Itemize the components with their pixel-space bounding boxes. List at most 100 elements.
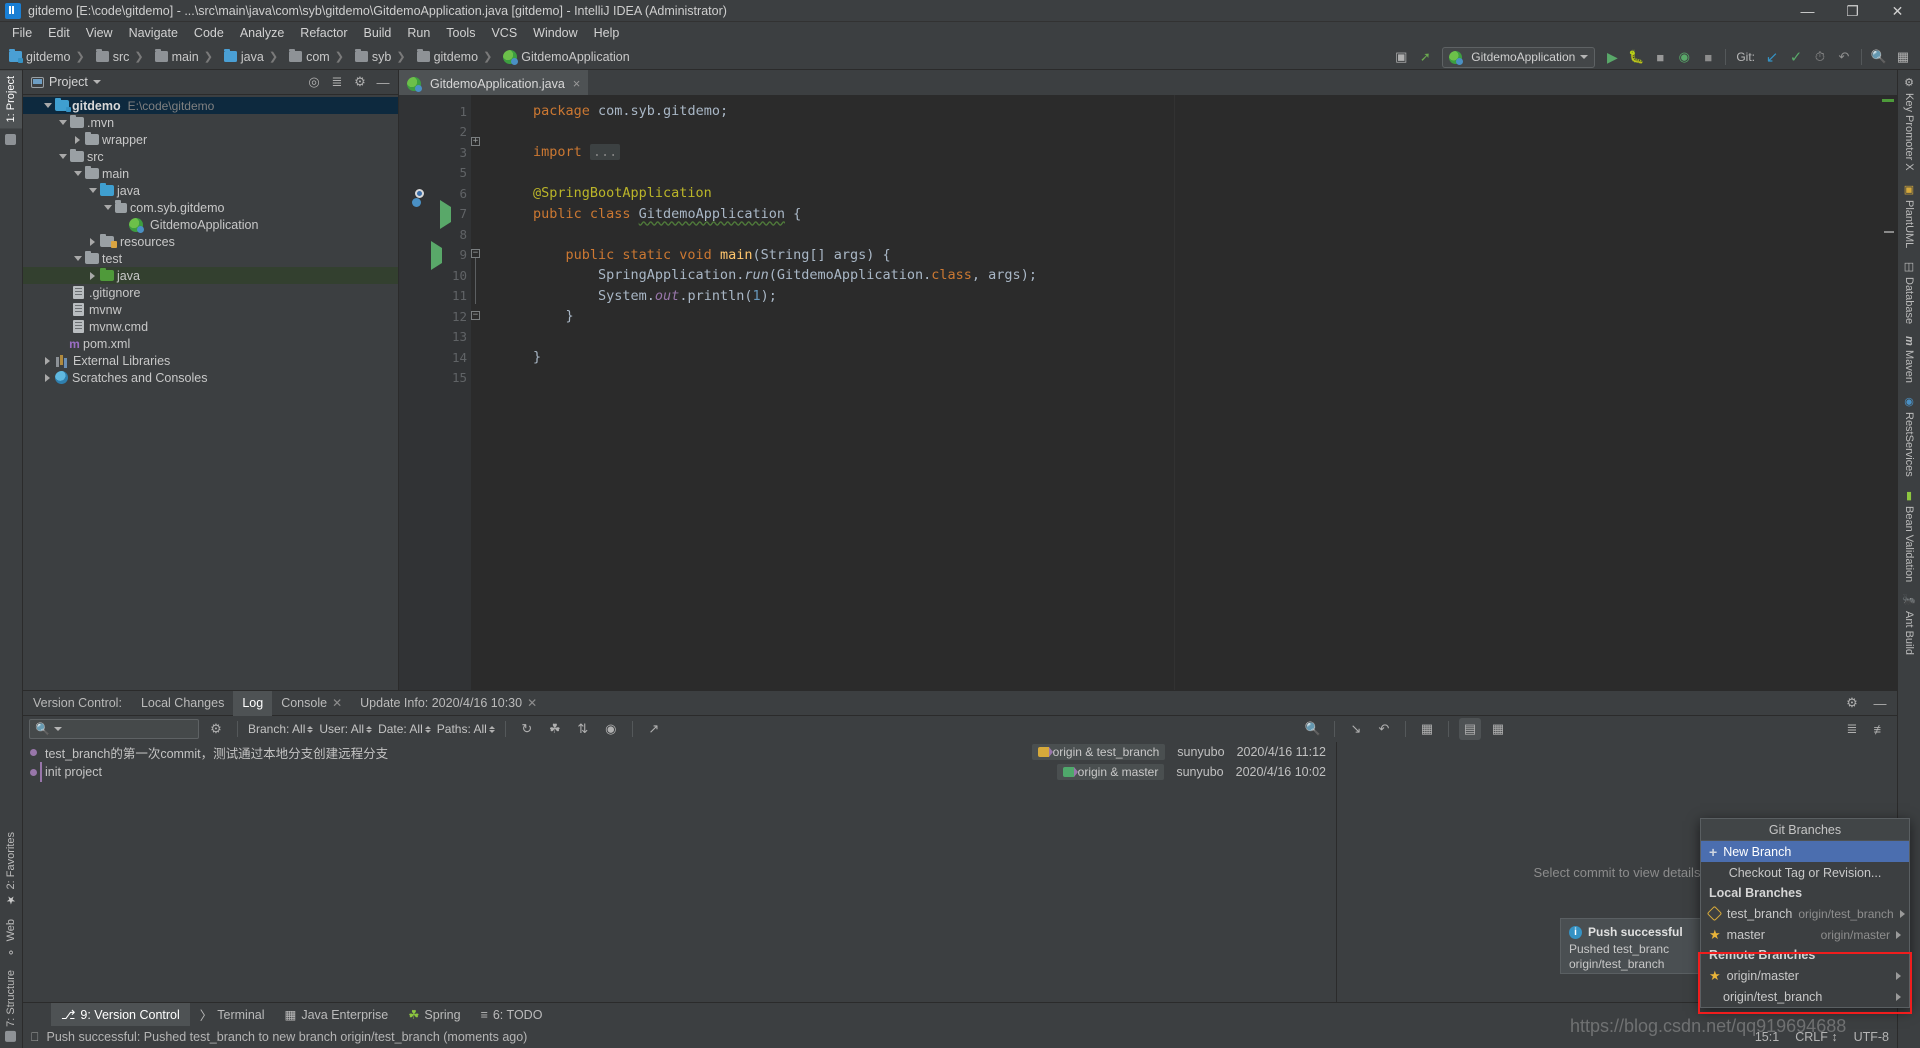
update-project-icon[interactable]: ↙ [1761, 46, 1783, 68]
menu-file[interactable]: File [4, 24, 40, 42]
close-button[interactable]: ✕ [1875, 0, 1920, 22]
collapse-all-icon[interactable]: ≣ [326, 71, 348, 93]
project-settings-icon[interactable]: ▦ [1892, 46, 1914, 68]
tree-node-mvnw[interactable]: mvnw [23, 301, 398, 318]
filter-date[interactable]: Date: All [378, 722, 431, 736]
locate-icon[interactable]: ◎ [303, 71, 325, 93]
stop-icon[interactable]: ■ [1697, 46, 1719, 68]
chevron-down-icon[interactable] [101, 201, 114, 214]
tree-node-external-libraries[interactable]: External Libraries [23, 352, 398, 369]
rollback-icon[interactable]: ↶ [1833, 46, 1855, 68]
editor-tab-gitdemoapplication[interactable]: GitdemoApplication.java × [399, 70, 589, 95]
chevron-right-icon[interactable] [86, 269, 99, 282]
chevron-right-icon[interactable] [1896, 992, 1901, 1001]
git-branches-popup[interactable]: Git Branches + New Branch Checkout Tag o… [1700, 818, 1910, 1008]
event-log-icon[interactable]: ⎕ [31, 1030, 39, 1045]
sidebar-item-key-promoter[interactable]: ⚙ Key Promoter X [1898, 70, 1920, 177]
tree-node-scratches[interactable]: Scratches and Consoles [23, 369, 398, 386]
menu-edit[interactable]: Edit [40, 24, 78, 42]
popup-item-test-branch[interactable]: test_branch origin/test_branch [1701, 903, 1909, 924]
bottom-tab-spring[interactable]: ☘ Spring [398, 1003, 470, 1027]
menu-run[interactable]: Run [399, 24, 438, 42]
sidebar-item-ant-build[interactable]: 🐜 Ant Build [1898, 588, 1920, 661]
code-editor[interactable]: + − − package com.syb.gitdemo; import ..… [471, 95, 1174, 690]
search-icon[interactable]: 🔍 [1302, 718, 1324, 740]
hide-icon[interactable]: — [372, 71, 394, 93]
chevron-right-icon[interactable] [1896, 930, 1901, 939]
run-icon[interactable]: ▶ [1601, 46, 1623, 68]
tree-node-src[interactable]: src [23, 148, 398, 165]
status-message[interactable]: Push successful: Pushed test_branch to n… [47, 1030, 528, 1044]
popup-item-master[interactable]: ★ master origin/master [1701, 924, 1909, 945]
vcs-tab-log[interactable]: Log [233, 690, 273, 716]
tree-node-gitignore[interactable]: .gitignore [23, 284, 398, 301]
chevron-down-icon[interactable] [41, 99, 54, 112]
chevron-right-icon[interactable] [71, 133, 84, 146]
commit-list[interactable]: test_branch的第一次commit，测试通过本地分支创建远程分支 ori… [23, 742, 1337, 1002]
tree-node-gitdemoapplication[interactable]: GitdemoApplication [23, 216, 398, 233]
tree-node-wrapper[interactable]: wrapper [23, 131, 398, 148]
chevron-down-icon[interactable] [56, 116, 69, 129]
maximize-button[interactable]: ❐ [1830, 0, 1875, 22]
tree-node-pom-xml[interactable]: m pom.xml [23, 335, 398, 352]
run-method-gutter-icon[interactable] [431, 240, 448, 270]
sidebar-item-maven[interactable]: m Maven [1898, 330, 1920, 389]
file-encoding[interactable]: UTF-8 [1854, 1030, 1889, 1044]
tree-node-package[interactable]: com.syb.gitdemo [23, 199, 398, 216]
settings-icon[interactable]: ⚙ [1841, 692, 1863, 714]
chevron-right-icon[interactable] [1896, 971, 1901, 980]
chevron-down-icon[interactable] [86, 184, 99, 197]
bottom-tab-java-enterprise[interactable]: ▦ Java Enterprise [275, 1003, 399, 1027]
tree-node-test[interactable]: test [23, 250, 398, 267]
vcs-tab-console[interactable]: Console ✕ [272, 691, 351, 716]
side-layout-icon[interactable]: ▦ [1487, 718, 1509, 740]
settings-icon[interactable]: ⚙ [205, 718, 227, 740]
sidebar-item-rest-services[interactable]: ◉ RestServices [1898, 389, 1920, 483]
filter-paths[interactable]: Paths: All [437, 722, 495, 736]
popup-item-checkout-tag-or-revision[interactable]: Checkout Tag or Revision... [1701, 862, 1909, 883]
spring-boot-gutter-icon[interactable] [419, 206, 436, 223]
search-everywhere-icon[interactable]: 🔍 [1868, 46, 1890, 68]
tree-node-java-test[interactable]: java [23, 267, 398, 284]
hide-icon[interactable]: — [1869, 692, 1891, 714]
project-structure-icon[interactable]: ▣ [1390, 46, 1412, 68]
open-in-editor-icon[interactable]: ↗ [643, 718, 665, 740]
menu-view[interactable]: View [78, 24, 121, 42]
chevron-right-icon[interactable] [86, 235, 99, 248]
tree-node-resources[interactable]: resources [23, 233, 398, 250]
menu-vcs[interactable]: VCS [483, 24, 525, 42]
sidebar-item-favorites[interactable]: ★ 2: Favorites [0, 826, 22, 912]
run-configuration-selector[interactable]: GitdemoApplication [1442, 46, 1596, 68]
chevron-down-icon[interactable] [56, 150, 69, 163]
popup-item-new-branch[interactable]: + New Branch [1701, 841, 1909, 862]
tree-node-java-main[interactable]: java [23, 182, 398, 199]
spring-bean-gutter-icon[interactable] [415, 185, 436, 202]
fold-expand-icon[interactable]: + [471, 137, 480, 146]
menu-code[interactable]: Code [186, 24, 232, 42]
build-icon[interactable]: ➚ [1414, 46, 1436, 68]
breadcrumb-item-src[interactable]: src ❯ [93, 49, 152, 65]
show-details-icon[interactable]: ◉ [600, 718, 622, 740]
menu-build[interactable]: Build [356, 24, 400, 42]
sidebar-item-project[interactable]: 1: Project [0, 70, 22, 129]
intellisort-icon[interactable]: ⇅ [572, 718, 594, 740]
settings-icon[interactable]: ⚙ [349, 71, 371, 93]
breadcrumb-item-class[interactable]: GitdemoApplication [500, 49, 632, 65]
project-panel-title[interactable]: Project [27, 73, 105, 91]
import-fold-placeholder[interactable]: ... [589, 144, 621, 161]
search-input[interactable]: 🔍 [29, 719, 199, 739]
fold-collapse-icon[interactable]: − [471, 249, 480, 258]
menu-refactor[interactable]: Refactor [292, 24, 355, 42]
editor-gutter[interactable]: 1 2 3 5 6 7 8 9 10 11 12 13 14 15 [399, 95, 471, 690]
tree-node-mvnw-cmd[interactable]: mvnw.cmd [23, 318, 398, 335]
chevron-right-icon[interactable] [41, 371, 54, 384]
breadcrumb-item-com[interactable]: com ❯ [286, 49, 352, 65]
close-icon[interactable]: × [573, 76, 581, 91]
debug-icon[interactable]: 🐛 [1625, 46, 1647, 68]
chevron-down-icon[interactable] [71, 167, 84, 180]
bottom-tab-terminal[interactable]: 〉 Terminal [190, 1003, 275, 1027]
profile-icon[interactable]: ◉ [1673, 46, 1695, 68]
close-icon[interactable]: ✕ [332, 696, 342, 710]
filter-user[interactable]: User: All [319, 722, 373, 736]
sidebar-item-plantuml[interactable]: ▣ PlantUML [1898, 177, 1920, 254]
